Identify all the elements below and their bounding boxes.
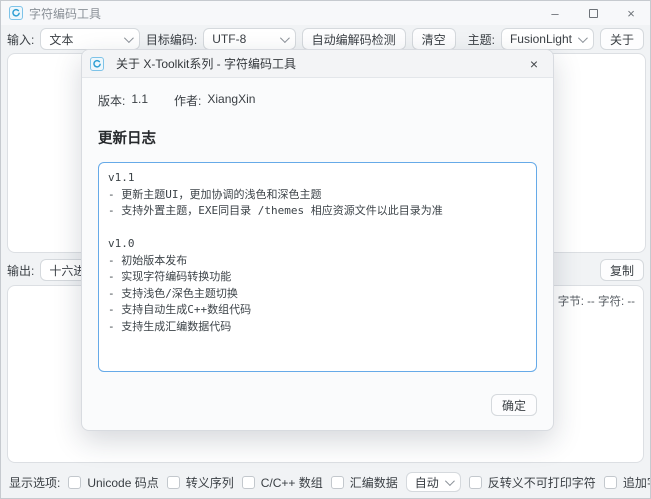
output-label: 输出: (7, 262, 34, 279)
version-label: 版本: (98, 92, 125, 109)
theme-label: 主题: (468, 31, 495, 48)
option-append-nul[interactable]: 追加字符串结尾 NUL (604, 474, 651, 491)
close-button[interactable]: × (612, 1, 650, 25)
option-label: 追加字符串结尾 NUL (623, 474, 651, 491)
input-label: 输入: (7, 31, 34, 48)
app-window: 字符编码工具 – × 输入: 文本 目标编码: UTF-8 自动编解码检测 清空… (0, 0, 651, 499)
byte-char-count: 字节: -- 字符: -- (558, 293, 635, 309)
checkbox-icon[interactable] (469, 476, 482, 489)
input-type-select[interactable]: 文本 (40, 28, 140, 50)
theme-select[interactable]: FusionLight (501, 28, 594, 50)
dialog-body: 版本: 1.1 作者: XiangXin 更新日志 v1.1 - 更新主题UI，… (82, 78, 553, 384)
checkbox-icon[interactable] (331, 476, 344, 489)
auto-detect-button[interactable]: 自动编解码检测 (302, 28, 406, 50)
option-label: 转义序列 (186, 474, 234, 491)
option-unicode-codepoint[interactable]: Unicode 码点 (68, 474, 158, 491)
version-row: 版本: 1.1 作者: XiangXin (98, 92, 537, 109)
option-asm-data[interactable]: 汇编数据 (331, 474, 398, 491)
minimize-button[interactable]: – (536, 1, 574, 25)
option-label: 反转义不可打印字符 (488, 474, 596, 491)
target-encoding-label: 目标编码: (146, 31, 197, 48)
checkbox-icon[interactable] (167, 476, 180, 489)
option-c-array[interactable]: C/C++ 数组 (242, 474, 323, 491)
option-label: C/C++ 数组 (261, 474, 323, 491)
target-encoding-select[interactable]: UTF-8 (203, 28, 295, 50)
changelog-header: 更新日志 (98, 127, 537, 148)
clear-button[interactable]: 清空 (412, 28, 456, 50)
maximize-icon (589, 9, 598, 18)
copy-button[interactable]: 复制 (600, 259, 644, 281)
option-escape-sequence[interactable]: 转义序列 (167, 474, 234, 491)
app-logo-icon (9, 6, 23, 20)
chevron-down-icon (578, 33, 588, 43)
dialog-close-button[interactable]: × (523, 53, 545, 75)
app-logo-icon (90, 57, 104, 71)
ok-button[interactable]: 确定 (491, 394, 537, 416)
dialog-title: 关于 X-Toolkit系列 - 字符编码工具 (116, 55, 517, 72)
changelog-textarea[interactable]: v1.1 - 更新主题UI，更加协调的浅色和深色主题 - 支持外置主题，EXE同… (98, 162, 537, 372)
checkbox-icon[interactable] (242, 476, 255, 489)
chevron-down-icon (124, 33, 134, 43)
display-options-bar: 显示选项: Unicode 码点 转义序列 C/C++ 数组 汇编数据 自动 反… (1, 466, 650, 498)
chevron-down-icon (280, 33, 290, 43)
dialog-footer: 确定 (82, 384, 553, 430)
version-author-gap (154, 92, 168, 109)
title-bar: 字符编码工具 – × (1, 1, 650, 25)
window-title: 字符编码工具 (29, 5, 536, 22)
author-value: XiangXin (207, 92, 255, 109)
target-encoding-value: UTF-8 (212, 32, 273, 46)
about-button[interactable]: 关于 (600, 28, 644, 50)
dialog-title-bar: 关于 X-Toolkit系列 - 字符编码工具 × (82, 50, 553, 78)
window-controls: – × (536, 1, 650, 25)
version-value: 1.1 (131, 92, 148, 109)
display-options-label: 显示选项: (9, 474, 60, 491)
input-type-value: 文本 (49, 31, 118, 48)
checkbox-icon[interactable] (68, 476, 81, 489)
asm-mode-value: 自动 (415, 474, 439, 491)
option-unescape-nonprintable[interactable]: 反转义不可打印字符 (469, 474, 596, 491)
option-label: Unicode 码点 (87, 474, 158, 491)
asm-mode-select[interactable]: 自动 (406, 472, 461, 492)
chevron-down-icon (445, 476, 455, 486)
checkbox-icon[interactable] (604, 476, 617, 489)
about-dialog: 关于 X-Toolkit系列 - 字符编码工具 × 版本: 1.1 作者: Xi… (81, 49, 554, 431)
author-label: 作者: (174, 92, 201, 109)
option-label: 汇编数据 (350, 474, 398, 491)
maximize-button[interactable] (574, 1, 612, 25)
theme-value: FusionLight (510, 32, 572, 46)
